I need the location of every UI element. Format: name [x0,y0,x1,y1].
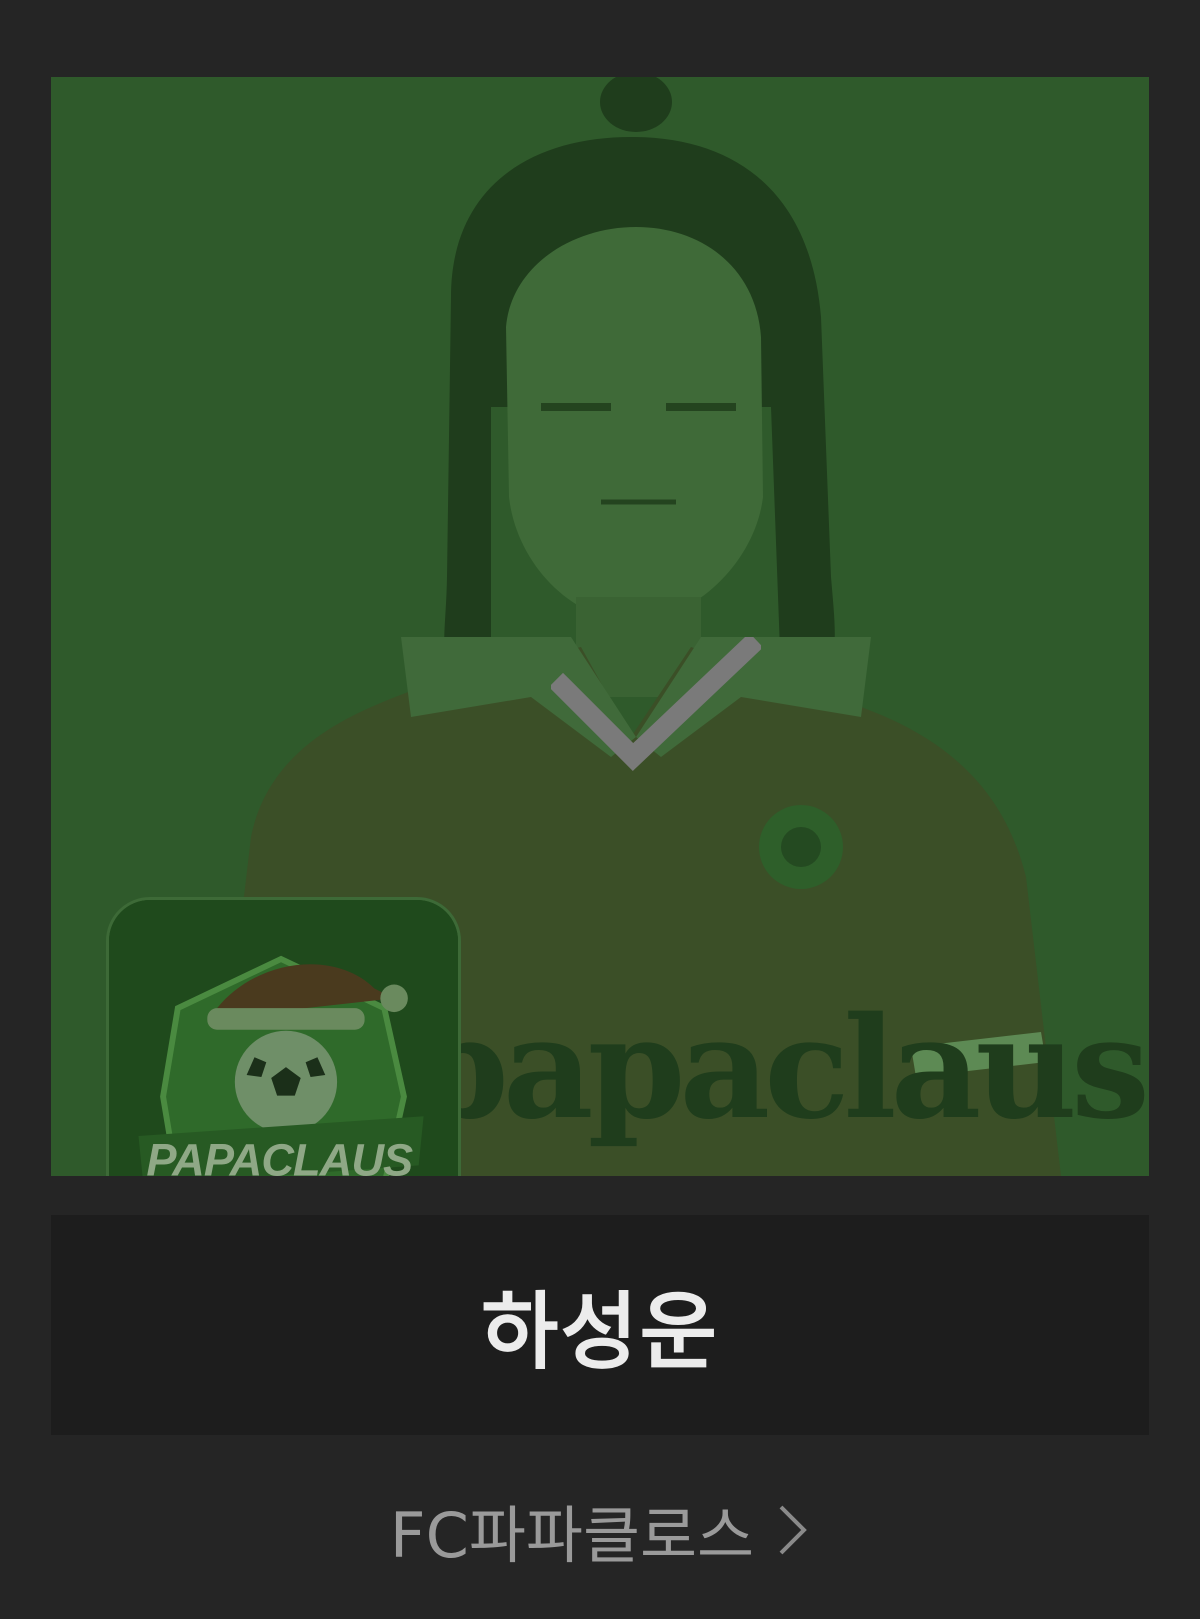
team-logo-image: PAPACLAUS [109,900,458,1176]
player-photo[interactable]: papaclaus PAPACLAUS [51,77,1149,1176]
team-logo: PAPACLAUS [106,897,461,1176]
jersey-text: papaclaus [411,987,1145,1151]
player-name-bar: 하성운 [51,1215,1149,1435]
team-link[interactable]: FC파파클로스 [0,1480,1200,1580]
check-icon [551,637,761,771]
team-name: FC파파클로스 [389,1499,755,1572]
player-name: 하성운 [481,1282,719,1381]
player-card: papaclaus PAPACLAUS 하성운 FC파파클로스 [0,0,1200,1619]
team-logo-text: PAPACLAUS [146,1134,413,1176]
chevron-right-icon [779,1505,807,1555]
